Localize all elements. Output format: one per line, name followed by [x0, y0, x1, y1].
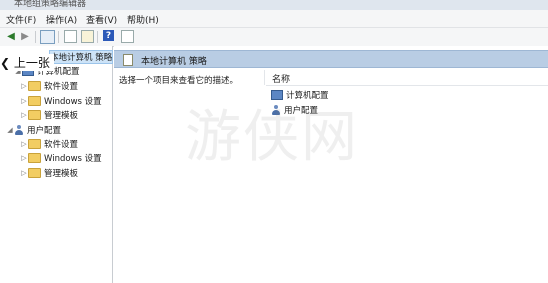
tree-computer-windows[interactable]: ▷ Windows 设置: [20, 95, 102, 107]
list-item-user-config[interactable]: 用户配置: [271, 104, 318, 116]
toolbar-separator: [97, 31, 98, 43]
folder-icon: [28, 139, 41, 149]
expand-icon[interactable]: ▷: [20, 82, 28, 90]
tree-computer-software[interactable]: ▷ 软件设置: [20, 80, 78, 92]
tree-user-templates[interactable]: ▷ 管理模板: [20, 167, 78, 179]
toolbar: ◀ ▶ ?: [0, 28, 548, 47]
menu-file[interactable]: 文件(F): [6, 13, 36, 26]
folder-icon: [28, 81, 41, 91]
tree-computer-templates[interactable]: ▷ 管理模板: [20, 109, 78, 121]
folder-icon: [28, 168, 41, 178]
properties-icon[interactable]: [64, 30, 77, 43]
tree-user-software[interactable]: ▷ 软件设置: [20, 138, 78, 150]
tree-user-config[interactable]: ◢ 用户配置: [6, 124, 61, 136]
toolbar-separator: [35, 31, 36, 43]
tree-item-label: 管理模板: [44, 169, 79, 179]
folder-icon: [28, 153, 41, 163]
tree-user-windows[interactable]: ▷ Windows 设置: [20, 152, 102, 164]
computer-icon: [271, 90, 283, 100]
list-item-label: 计算机配置: [286, 91, 329, 101]
collapse-icon[interactable]: ◢: [6, 126, 14, 134]
folder-icon: [28, 110, 41, 120]
export-list-icon[interactable]: [81, 30, 94, 43]
chevron-left-icon: ❮: [0, 56, 14, 70]
policy-document-icon: [123, 54, 133, 66]
details-pane: 本地计算机 策略 选择一个项目来查看它的描述。 名称 计算机配置 用户配置: [114, 46, 548, 283]
column-divider[interactable]: [264, 70, 265, 85]
expand-icon[interactable]: ▷: [20, 154, 28, 162]
tree-root[interactable]: 本地计算机 策略: [48, 50, 114, 64]
forward-arrow-icon[interactable]: ▶: [18, 30, 32, 43]
expand-icon[interactable]: ▷: [20, 111, 28, 119]
column-header-label: 名称: [272, 75, 291, 85]
tree-root-label: 本地计算机 策略: [50, 53, 113, 63]
back-arrow-icon[interactable]: ◀: [4, 30, 18, 43]
list-item-label: 用户配置: [284, 106, 319, 116]
tree-user-label: 用户配置: [27, 126, 62, 136]
expand-icon[interactable]: ▷: [20, 97, 28, 105]
help-icon[interactable]: ?: [103, 30, 114, 41]
show-tree-icon[interactable]: [40, 30, 55, 44]
toolbar-separator: [58, 31, 59, 43]
window-title: 本地组策略编辑器: [14, 0, 87, 9]
menu-help[interactable]: 帮助(H): [127, 13, 159, 26]
list-item-computer-config[interactable]: 计算机配置: [271, 89, 329, 101]
user-icon: [14, 125, 24, 135]
user-icon: [271, 105, 281, 115]
menu-bar: 文件(F) 操作(A) 查看(V) 帮助(H): [0, 10, 548, 28]
title-bar: 本地组策略编辑器: [0, 0, 548, 10]
expand-icon[interactable]: ▷: [20, 140, 28, 148]
tree-item-label: 管理模板: [44, 111, 79, 121]
description-text: 选择一个项目来查看它的描述。: [119, 76, 239, 86]
tree-item-label: Windows 设置: [44, 97, 102, 107]
previous-image-button[interactable]: ❮ 上一张: [0, 54, 54, 71]
column-header-name[interactable]: 名称: [266, 70, 548, 86]
tree-pane: 本地计算机 策略 ◢ 计算机配置 ▷ 软件设置 ▷ Windows 设置 ▷ 管…: [0, 46, 114, 283]
tree-item-label: 软件设置: [44, 82, 79, 92]
previous-label: 上一张: [13, 56, 50, 70]
tree-item-label: Windows 设置: [44, 154, 102, 164]
details-header: 本地计算机 策略: [114, 50, 548, 68]
details-title: 本地计算机 策略: [141, 57, 207, 67]
view-icon[interactable]: [121, 30, 134, 43]
tree-item-label: 软件设置: [44, 140, 79, 150]
menu-action[interactable]: 操作(A): [46, 13, 77, 26]
menu-view[interactable]: 查看(V): [86, 13, 117, 26]
folder-icon: [28, 96, 41, 106]
expand-icon[interactable]: ▷: [20, 169, 28, 177]
